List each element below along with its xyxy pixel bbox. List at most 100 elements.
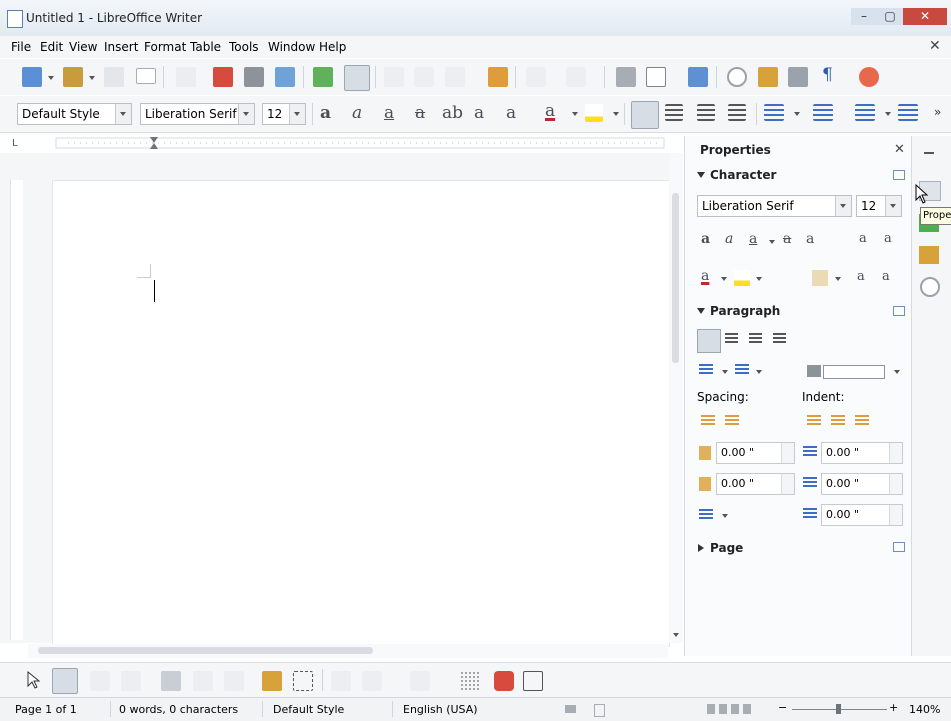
horizontal-ruler[interactable] [28,135,668,151]
superscript-icon[interactable]: a [506,103,516,123]
sidebar-font-size-combo[interactable]: 12 [856,195,902,217]
font-color-dropdown-icon[interactable] [572,112,578,116]
highlight-dropdown-icon[interactable] [613,112,619,116]
page-heading[interactable]: Page [710,541,743,555]
autospellcheck-icon[interactable] [344,65,370,91]
gallery-tab-icon[interactable] [919,246,939,264]
sidebar-grow-font-icon[interactable]: a [859,231,867,246]
highlight-icon[interactable] [585,104,603,122]
shadow-icon[interactable]: ab [442,103,463,123]
sidebar-shrink-font-icon[interactable]: a [884,231,892,246]
bullets-icon[interactable] [764,104,784,121]
zoom-slider-thumb[interactable] [836,704,841,714]
first-line-spin-icon[interactable] [889,505,902,525]
undo-icon[interactable] [526,67,546,87]
page-expand-icon[interactable] [698,544,704,552]
save-icon[interactable] [104,67,124,87]
sidebar-menu-icon[interactable] [924,144,934,154]
language[interactable]: English (USA) [403,703,478,716]
pdf-icon[interactable] [213,67,233,87]
after-text-spinner[interactable]: 0.00 " [821,473,903,495]
sidebar-numbering-icon[interactable] [735,364,749,376]
increase-indent-sidebar-icon[interactable] [807,415,821,427]
minimize-button[interactable]: – [851,8,877,25]
grid-icon[interactable] [460,671,480,691]
image-icon[interactable] [688,67,708,87]
sidebar-spacing-dropdown-icon[interactable] [835,277,841,281]
subscript-icon[interactable]: a [474,103,484,123]
bullets-dropdown-icon[interactable] [794,112,800,116]
first-line-spinner[interactable]: 0.00 " [821,504,903,526]
menu-help[interactable]: Help [319,40,346,54]
before-text-spinner[interactable]: 0.00 " [821,442,903,464]
print-preview-icon[interactable] [275,67,295,87]
sidebar-highlight-icon[interactable] [734,270,750,286]
zoom-in-icon[interactable]: + [889,701,898,714]
below-paragraph-spin-icon[interactable] [781,474,794,494]
sidebar-align-left-icon[interactable] [697,329,721,353]
sidebar-align-right-icon[interactable] [749,333,762,345]
cut-icon[interactable] [384,67,404,87]
character-heading[interactable]: Character [710,168,776,182]
outline-dropdown-icon[interactable] [885,112,891,116]
strikethrough-icon[interactable]: a [415,103,425,123]
tab-stop-type-icon[interactable]: L [12,138,18,149]
font-color-icon[interactable]: a [545,101,555,121]
insert-frame-icon[interactable] [161,671,181,691]
email-icon[interactable] [136,68,156,84]
paragraph-collapse-icon[interactable] [697,308,705,314]
find-icon[interactable] [616,67,636,87]
anchor-icon[interactable] [362,671,382,691]
menu-edit[interactable]: Edit [40,40,63,54]
vertical-scrollbar[interactable] [669,153,683,643]
navigator-icon[interactable] [727,67,747,87]
sidebar-bold-icon[interactable]: a [701,231,710,247]
spellcheck-icon[interactable] [313,67,333,87]
menu-tools[interactable]: Tools [229,40,259,54]
vertical-scroll-thumb[interactable] [672,193,679,363]
outline-icon[interactable] [855,104,875,121]
word-count[interactable]: 0 words, 0 characters [119,703,238,716]
hanging-indent-icon[interactable] [855,415,869,427]
align-right-icon[interactable] [697,104,715,121]
vertical-ruler[interactable] [10,180,23,640]
view-layout-icon[interactable] [707,704,755,714]
sidebar-justify-icon[interactable] [773,333,786,345]
justify-icon[interactable] [728,104,746,121]
character-collapse-icon[interactable] [697,172,705,178]
page-more-options-icon[interactable] [893,542,905,552]
point-edit-icon[interactable] [52,668,78,694]
clone-format-icon[interactable] [488,67,508,87]
sidebar-italic-icon[interactable]: a [725,231,733,247]
italic-icon[interactable]: a [352,103,362,123]
increase-spacing-icon[interactable] [701,415,715,427]
paragraph-heading[interactable]: Paragraph [710,304,780,318]
decrease-spacing-icon[interactable] [725,415,739,427]
sidebar-font-color-dropdown-icon[interactable] [721,277,727,281]
paragraph-style-combo[interactable]: Default Style [17,103,132,125]
paragraph-background-icon[interactable] [807,365,821,377]
open-dropdown-icon[interactable] [89,76,95,80]
horizontal-scroll-thumb[interactable] [38,647,373,654]
menu-view[interactable]: View [69,40,97,54]
numbering-icon[interactable] [813,104,833,121]
menu-format[interactable]: Format [144,40,186,54]
sidebar-shadow-icon[interactable]: a [806,231,814,247]
datasource-icon[interactable] [788,67,808,87]
sidebar-spacing-icon[interactable] [812,270,828,286]
sidebar-highlight-dropdown-icon[interactable] [756,277,762,281]
decrease-indent-sidebar-icon[interactable] [831,415,845,427]
page-style[interactable]: Default Style [273,703,344,716]
line-spacing-dropdown-icon[interactable] [722,514,728,518]
sidebar-superscript-icon[interactable]: a [857,269,865,284]
menu-table[interactable]: Table [190,40,221,54]
paragraph-more-options-icon[interactable] [893,306,905,316]
font-name-dropdown-icon[interactable] [238,104,254,124]
select-pointer-icon[interactable] [26,671,40,689]
sidebar-subscript-icon[interactable]: a [882,269,890,284]
sidebar-font-color-icon[interactable]: a [701,268,709,284]
paragraph-style-dropdown-icon[interactable] [115,104,131,124]
zoom-level[interactable]: 140% [909,703,940,716]
sidebar-close-icon[interactable]: ✕ [894,142,905,157]
sidebar-font-size-dropdown-icon[interactable] [885,196,901,216]
